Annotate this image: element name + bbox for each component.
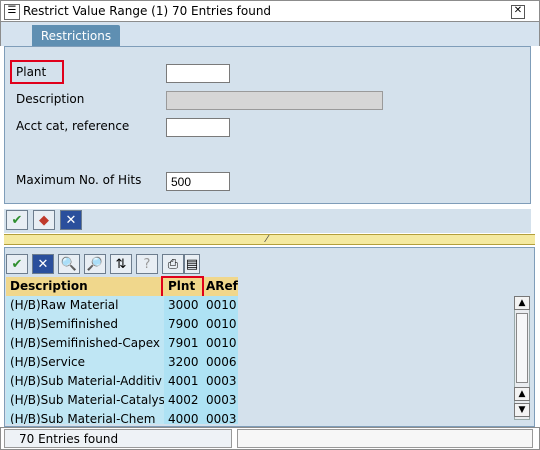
window-menu-icon[interactable]: ☰ <box>4 4 20 20</box>
description-input <box>166 91 383 110</box>
table-cell-aref[interactable]: 0003 <box>202 391 238 410</box>
table-cell-aref[interactable]: 0006 <box>202 353 238 372</box>
confirm-button[interactable]: ✔ <box>6 210 28 230</box>
table-cell-plant[interactable]: 3000 <box>164 296 202 315</box>
column-header-aref[interactable]: ARef <box>202 277 238 296</box>
acct-cat-label: Acct cat, reference <box>16 119 130 133</box>
table-cell-aref[interactable]: 0010 <box>202 334 238 353</box>
table-cell-aref[interactable]: 0003 <box>202 372 238 391</box>
panel-splitter[interactable] <box>4 234 535 245</box>
table-cell-plant[interactable]: 7900 <box>164 315 202 334</box>
filter-button[interactable]: ◆ <box>33 210 55 230</box>
scroll-top-icon[interactable]: ▲ <box>514 387 530 401</box>
table-cell-plant[interactable]: 3200 <box>164 353 202 372</box>
table-row[interactable]: (H/B)Sub Material-Additiv <box>6 372 164 391</box>
column-header-description[interactable]: Description <box>6 277 164 296</box>
table-row[interactable]: (H/B)Semifinished <box>6 315 164 334</box>
description-label: Description <box>16 92 85 106</box>
plant-column-highlight <box>161 276 204 298</box>
cancel-button[interactable]: ✕ <box>60 210 82 230</box>
table-row[interactable]: (H/B)Service <box>6 353 164 372</box>
sort-icon[interactable]: ⇅ <box>110 254 132 274</box>
status-message: 70 Entries found <box>4 429 232 448</box>
close-icon[interactable]: ✕ <box>511 5 525 19</box>
copy-icon[interactable]: ▤ <box>184 254 200 274</box>
max-hits-label: Maximum No. of Hits <box>16 173 142 187</box>
result-confirm-button[interactable]: ✔ <box>6 254 28 274</box>
table-cell-aref[interactable]: 0003 <box>202 410 238 424</box>
table-row[interactable]: (H/B)Semifinished-Capex <box>6 334 164 353</box>
table-cell-plant[interactable]: 4000 <box>164 410 202 424</box>
max-hits-input[interactable] <box>166 172 230 191</box>
table-cell-plant[interactable]: 7901 <box>164 334 202 353</box>
status-secondary <box>237 429 533 448</box>
result-cancel-button[interactable]: ✕ <box>32 254 54 274</box>
find-icon[interactable]: 🔍 <box>58 254 80 274</box>
table-row[interactable]: (H/B)Sub Material-Catalys <box>6 391 164 410</box>
window-title: Restrict Value Range (1) 70 Entries foun… <box>23 4 272 18</box>
scroll-up-icon[interactable]: ▲ <box>514 296 530 310</box>
plant-label: Plant <box>16 65 47 79</box>
scrollbar-thumb[interactable] <box>516 313 528 383</box>
table-cell-plant[interactable]: 4002 <box>164 391 202 410</box>
acct-cat-input[interactable] <box>166 118 230 137</box>
plant-input[interactable] <box>166 64 230 83</box>
find-next-icon[interactable]: 🔎 <box>84 254 106 274</box>
info-icon[interactable]: ? <box>136 254 158 274</box>
table-cell-aref[interactable]: 0010 <box>202 296 238 315</box>
tab-restrictions[interactable]: Restrictions <box>32 25 120 46</box>
print-icon[interactable]: ⎙ <box>162 254 184 274</box>
table-cell-plant[interactable]: 4001 <box>164 372 202 391</box>
scroll-down-icon[interactable]: ▼ <box>514 403 530 417</box>
table-row[interactable]: (H/B)Raw Material <box>6 296 164 315</box>
restrictions-toolbar <box>4 209 531 233</box>
table-row[interactable]: (H/B)Sub Material-Chem <box>6 410 164 424</box>
window-titlebar: ☰ Restrict Value Range (1) 70 Entries fo… <box>0 0 540 22</box>
splitter-handle-icon[interactable]: ⁄ <box>266 234 268 245</box>
table-cell-aref[interactable]: 0010 <box>202 315 238 334</box>
